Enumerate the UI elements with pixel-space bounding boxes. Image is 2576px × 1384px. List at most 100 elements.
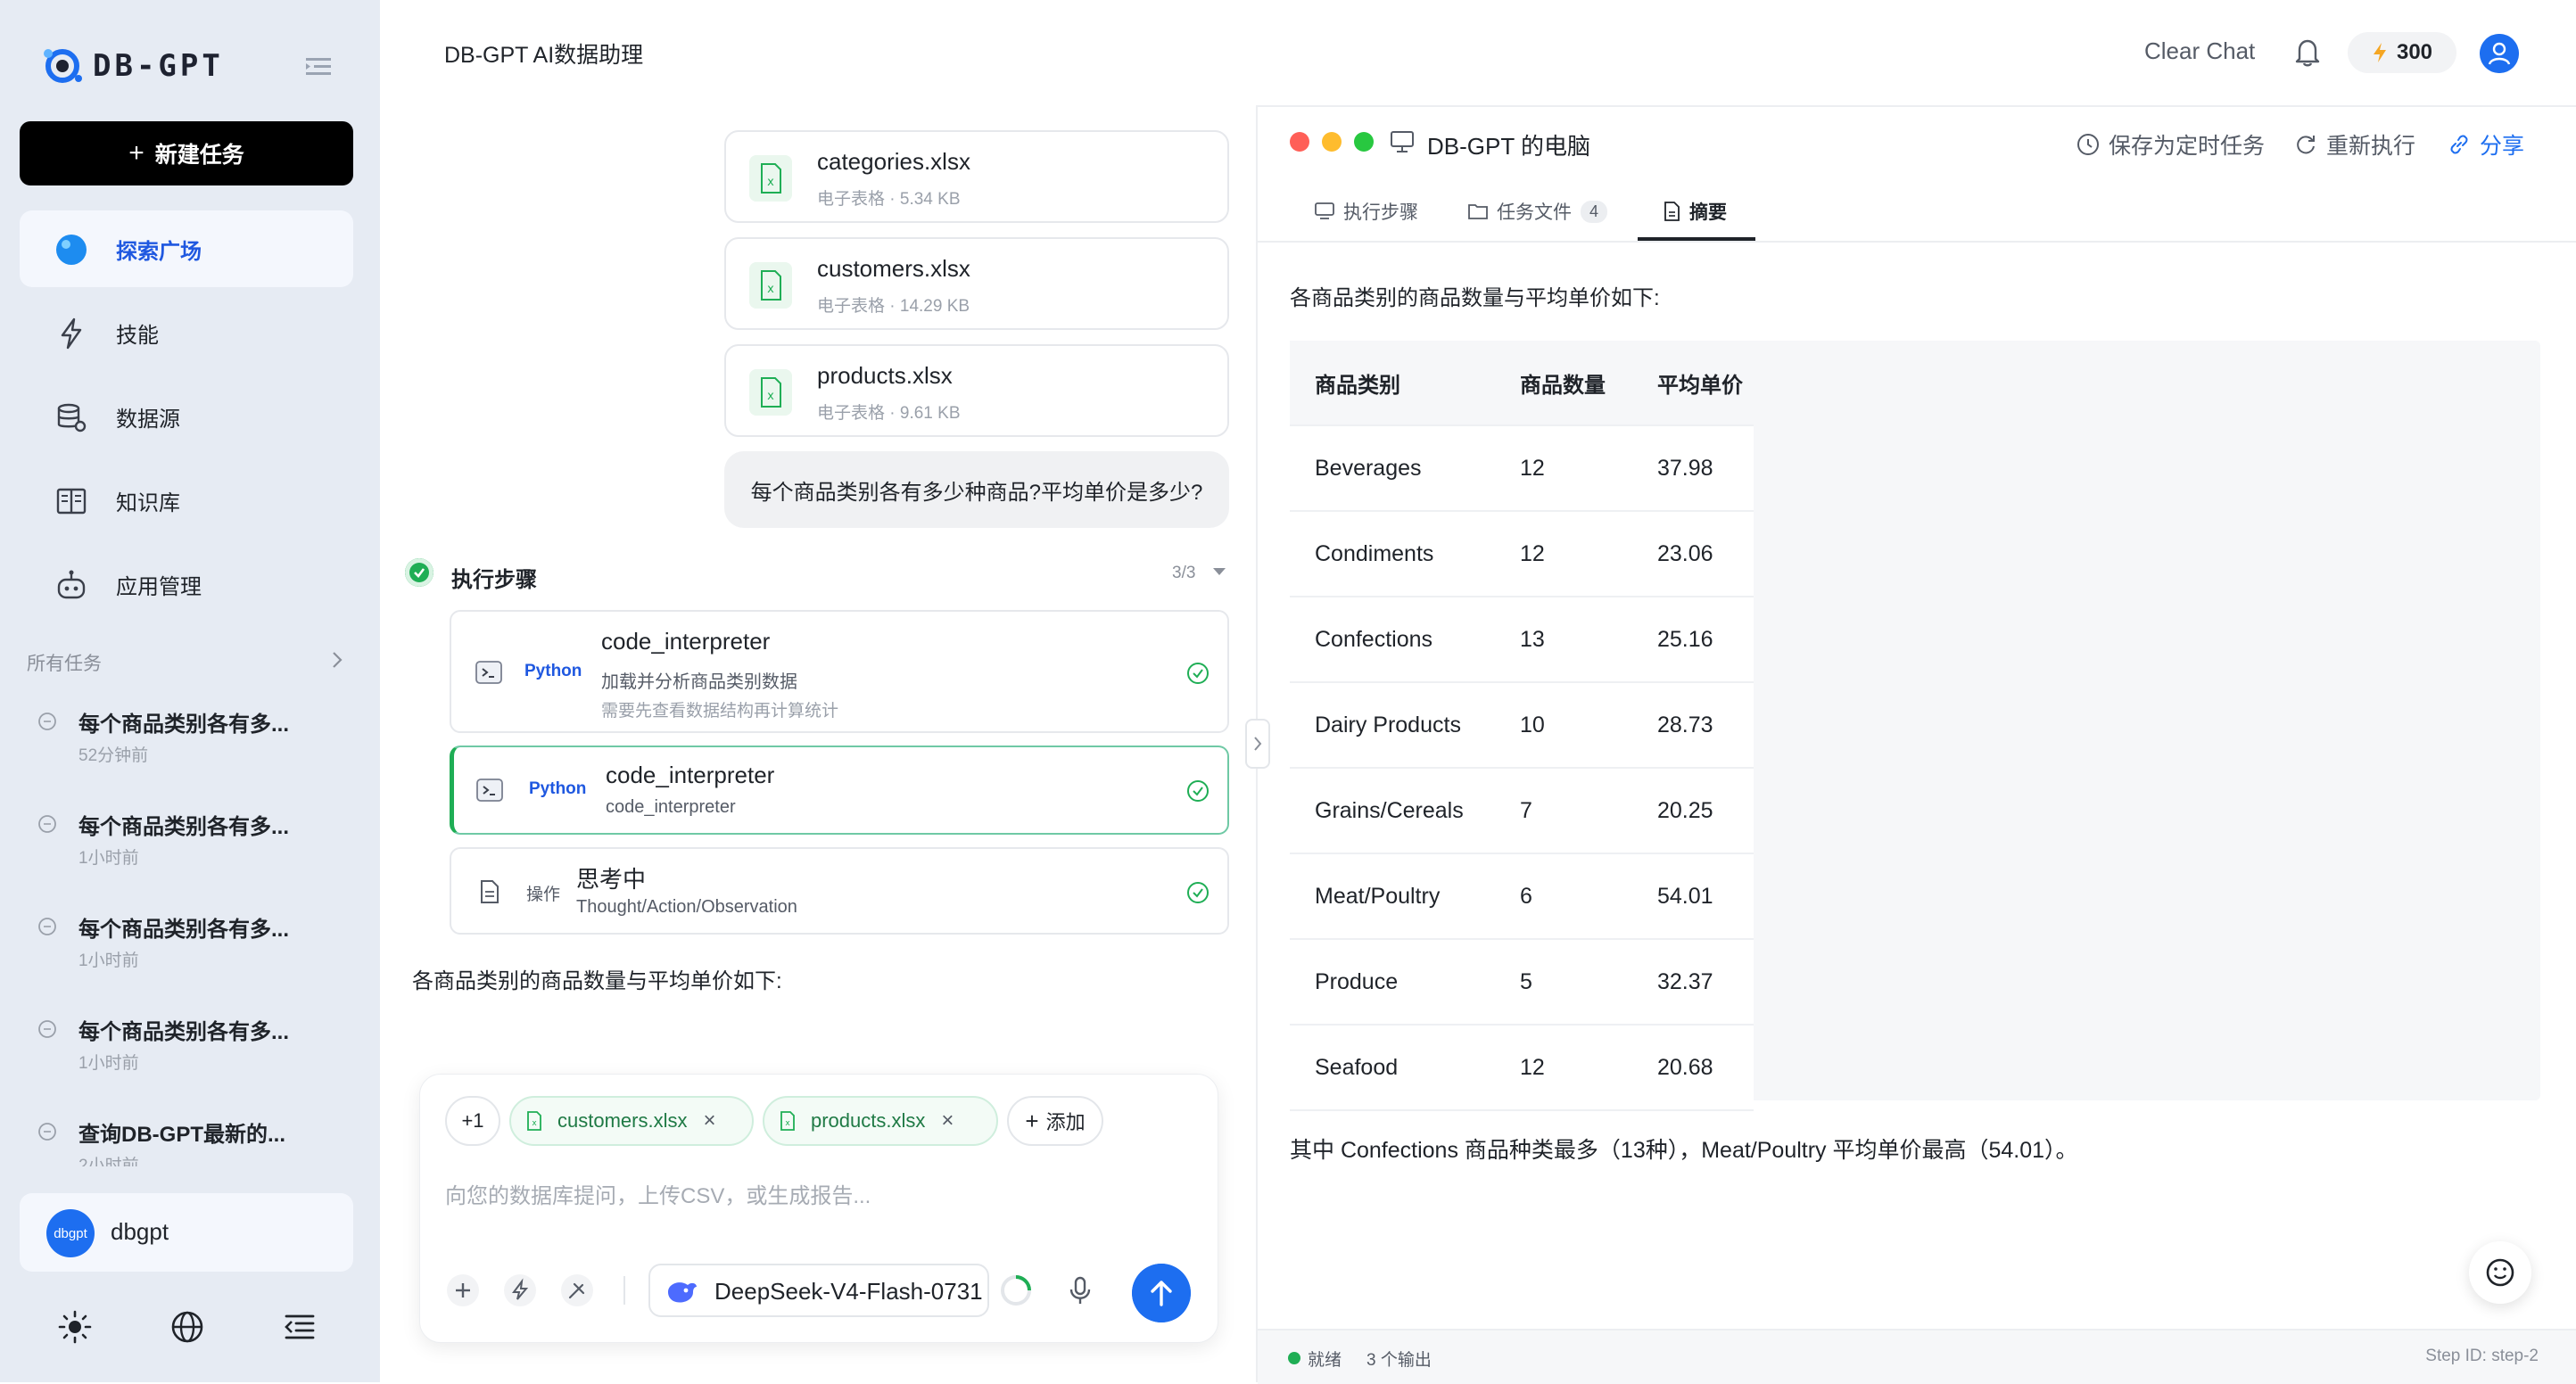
plus-circle-icon[interactable] (445, 1273, 481, 1308)
user-message-bubble: 每个商品类别各有多少种商品?平均单价是多少? (724, 451, 1229, 528)
step-tag: Python (524, 662, 582, 680)
bell-icon[interactable] (2292, 36, 2323, 68)
clear-chat-button[interactable]: Clear Chat (2144, 37, 2255, 65)
rerun-button[interactable]: 重新执行 (2294, 128, 2415, 161)
summary-table-container: 商品类别 商品数量 平均单价 Beverages 12 37.98 Condimen… (1290, 341, 2540, 1111)
language-globe-icon[interactable] (169, 1309, 205, 1345)
chevron-right-icon[interactable] (1245, 719, 1270, 769)
logo-text: DB-GPT (93, 48, 224, 84)
table-cell: 23.06 (1632, 511, 1754, 597)
active-tab-indicator (1638, 237, 1755, 241)
nav-item-apps[interactable]: 应用管理 (20, 546, 353, 622)
attached-file-card[interactable]: x customers.xlsx 电子表格 · 14.29 KB (724, 237, 1229, 330)
lightning-icon (2373, 43, 2386, 62)
robot-icon (57, 570, 86, 599)
table-row: Produce 5 32.37 (1290, 939, 1754, 1026)
task-item[interactable]: 每个商品类别各有多... 1小时前 (20, 802, 353, 891)
task-time: 1小时前 (78, 1054, 139, 1073)
window-minimize-dot[interactable] (1322, 132, 1342, 152)
nav-item-knowledge[interactable]: 知识库 (20, 462, 353, 539)
table-cell: 12 (1495, 1025, 1632, 1111)
table-row: Condiments 12 23.06 (1290, 511, 1754, 597)
nav-item-skills[interactable]: 技能 (20, 294, 353, 371)
task-item[interactable]: 每个商品类别各有多... 52分钟前 (20, 699, 353, 788)
save-schedule-button[interactable]: 保存为定时任务 (2076, 128, 2265, 161)
table-cell: Meat/Poultry (1290, 853, 1495, 940)
tab-summary[interactable]: 摘要 (1663, 198, 1727, 225)
table-header: 商品数量 (1495, 341, 1632, 426)
window-close-dot[interactable] (1290, 132, 1309, 152)
table-cell: Seafood (1290, 1025, 1495, 1111)
table-row: Meat/Poultry 6 54.01 (1290, 853, 1754, 940)
app-logo[interactable]: DB-GPT (39, 45, 224, 87)
panel-top-border (1258, 105, 2576, 107)
nav-item-explore[interactable]: 探索广场 (20, 210, 353, 287)
step-card-selected[interactable]: Python code_interpreter code_interpreter (450, 746, 1229, 835)
attached-file-card[interactable]: x categories.xlsx 电子表格 · 5.34 KB (724, 130, 1229, 223)
task-title: 查询DB-GPT最新的... (78, 1123, 285, 1147)
task-item[interactable]: 每个商品类别各有多... 1小时前 (20, 1007, 353, 1096)
deepseek-whale-icon (668, 1282, 697, 1303)
remove-icon[interactable]: × (941, 1108, 954, 1133)
task-item[interactable]: 每个商品类别各有多... 1小时前 (20, 904, 353, 993)
sun-icon[interactable] (57, 1309, 93, 1345)
step-card[interactable]: Python code_interpreter 加载并分析商品类别数据 需要先查… (450, 610, 1229, 733)
toolbar-divider (623, 1276, 625, 1305)
tab-label: 任务文件 (1497, 202, 1572, 223)
more-files-chip[interactable]: +1 (445, 1096, 500, 1146)
message-input[interactable]: 向您的数据库提问，上传CSV，或生成报告... (445, 1178, 871, 1209)
svg-text:x: x (785, 1119, 790, 1128)
refresh-icon (2297, 136, 2315, 154)
table-cell: Confections (1290, 597, 1495, 683)
step-card[interactable]: 操作 思考中 Thought/Action/Observation (450, 847, 1229, 935)
chat-bubble-icon (38, 815, 56, 833)
sidebar: DB-GPT + 新建任务 探索广场 技能 数据源 知识库 应用管理 所有任务 … (0, 0, 380, 1382)
attached-file-card[interactable]: x products.xlsx 电子表格 · 9.61 KB (724, 344, 1229, 437)
collapse-menu-icon[interactable] (282, 1309, 318, 1345)
summary-table: 商品类别 商品数量 平均单价 Beverages 12 37.98 Condimen… (1290, 341, 1754, 1111)
page-title: DB-GPT AI数据助理 (444, 43, 644, 68)
folder-icon (1468, 204, 1488, 219)
attached-file-chip[interactable]: x products.xlsx × (763, 1096, 998, 1146)
panel-title: DB-GPT 的电脑 (1427, 133, 1590, 160)
microphone-icon[interactable] (1062, 1273, 1098, 1308)
tab-files[interactable]: 任务文件 4 (1468, 198, 1608, 225)
new-task-button[interactable]: + 新建任务 (20, 121, 353, 185)
step-desc: 加载并分析商品类别数据 (601, 672, 797, 692)
chevron-down-icon[interactable] (1211, 565, 1227, 578)
smiley-feedback-icon[interactable] (2469, 1241, 2531, 1304)
remove-icon[interactable]: × (703, 1108, 715, 1133)
send-button[interactable] (1132, 1264, 1191, 1322)
svg-text:x: x (767, 176, 774, 189)
logo-mark-icon (44, 49, 82, 83)
lightning-icon[interactable] (502, 1273, 538, 1308)
nav-item-datasource[interactable]: 数据源 (20, 378, 353, 455)
add-attachment-button[interactable]: + 添加 (1007, 1096, 1103, 1146)
tabs-border (1258, 241, 2576, 243)
credits-badge[interactable]: 300 (2348, 32, 2456, 73)
save-schedule-label: 保存为定时任务 (2109, 134, 2266, 159)
collapse-sidebar-icon[interactable] (303, 54, 334, 80)
table-row: Grains/Cereals 7 20.25 (1290, 768, 1754, 854)
user-profile-card[interactable]: dbgpt dbgpt (20, 1193, 353, 1272)
nav-label: 数据源 (116, 407, 180, 432)
message-composer: +1 x customers.xlsx × x products.xlsx × … (419, 1074, 1218, 1343)
attached-file-chip[interactable]: x customers.xlsx × (509, 1096, 754, 1146)
status-indicator (1288, 1352, 1300, 1364)
table-cell: Beverages (1290, 425, 1495, 512)
step-desc: code_interpreter (606, 797, 736, 817)
plug-icon[interactable] (559, 1273, 595, 1308)
table-row: Seafood 12 20.68 (1290, 1025, 1754, 1111)
terminal-icon (476, 778, 503, 802)
task-item[interactable]: 查询DB-GPT最新的... 2小时前 (20, 1109, 353, 1166)
status-ready: 就绪 (1308, 1351, 1342, 1370)
chevron-right-icon[interactable] (328, 649, 346, 671)
profile-avatar-icon[interactable] (2480, 34, 2519, 73)
table-row: Beverages 12 37.98 (1290, 425, 1754, 512)
steps-count: 3/3 (1172, 564, 1196, 582)
share-button[interactable]: 分享 (2448, 128, 2524, 161)
window-maximize-dot[interactable] (1354, 132, 1374, 152)
model-selector[interactable]: DeepSeek-V4-Flash-0731 (648, 1264, 989, 1317)
tab-steps[interactable]: 执行步骤 (1315, 198, 1418, 225)
step-tag: 操作 (526, 886, 561, 904)
